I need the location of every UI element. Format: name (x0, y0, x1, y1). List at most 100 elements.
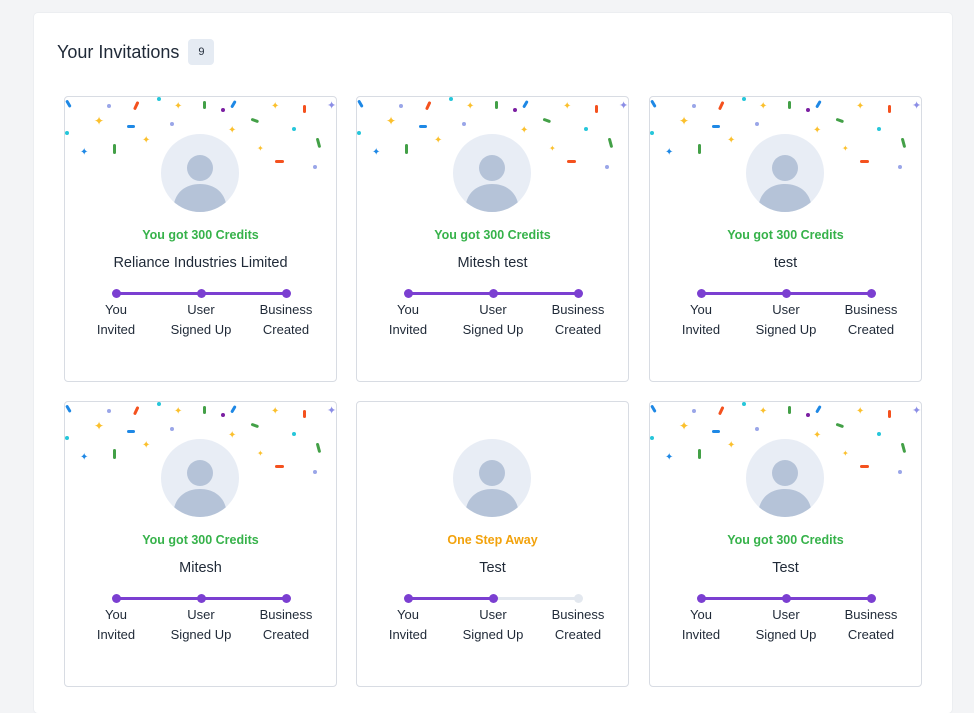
progress-step-dot (489, 289, 498, 298)
svg-text:✦: ✦ (142, 135, 150, 146)
user-avatar-icon (465, 460, 519, 517)
svg-text:✦: ✦ (257, 144, 264, 153)
svg-text:✦: ✦ (520, 125, 528, 136)
progress-step-dot (867, 594, 876, 603)
step-label-line2: Signed Up (462, 627, 524, 642)
svg-text:✦: ✦ (912, 100, 921, 112)
step-label-line2: Created (554, 322, 602, 337)
step-label-line1: Business (259, 607, 313, 622)
svg-text:✦: ✦ (228, 430, 236, 441)
step-label-line2: Signed Up (170, 627, 232, 642)
avatar (161, 134, 239, 212)
user-avatar-icon (173, 460, 227, 517)
invitation-card: ✦ ✦ ✦ ✦ ✦ ✦ ✦ ✦ You got 300 Credits Relia… (64, 96, 337, 382)
invitee-name: Test (772, 560, 799, 576)
step-label-line2: Created (262, 322, 310, 337)
step-label: You Invited (71, 300, 161, 340)
svg-text:✦: ✦ (842, 449, 849, 458)
step-label: You Invited (71, 605, 161, 645)
svg-text:✦: ✦ (679, 419, 689, 433)
svg-text:✦: ✦ (727, 440, 735, 451)
user-avatar-icon (758, 460, 812, 517)
step-label: You Invited (363, 300, 453, 340)
svg-text:✦: ✦ (619, 100, 628, 112)
progress-track (650, 286, 921, 300)
progress-segment (786, 292, 871, 295)
svg-text:✦: ✦ (80, 452, 88, 463)
step-label-line2: Created (847, 627, 895, 642)
step-label: User Signed Up (448, 605, 538, 645)
step-label: Business Created (241, 605, 331, 645)
credit-status: You got 300 Credits (142, 533, 259, 547)
invitee-name: Test (479, 560, 506, 576)
invitee-name: test (773, 255, 798, 271)
progress-segment (493, 597, 578, 600)
credit-status: One Step Away (447, 533, 538, 547)
step-label-line2: Invited (96, 627, 136, 642)
step-label-line2: Signed Up (170, 322, 232, 337)
avatar (746, 134, 824, 212)
progress-step-dot (404, 594, 413, 603)
svg-text:✦: ✦ (813, 430, 821, 441)
progress-segment (408, 292, 493, 295)
step-label-line2: Created (262, 627, 310, 642)
step-label-line1: User (772, 607, 800, 622)
svg-text:✦: ✦ (727, 135, 735, 146)
step-label-line1: Business (844, 607, 898, 622)
invitee-name: Reliance Industries Limited (113, 255, 288, 271)
step-label-line2: Created (847, 322, 895, 337)
svg-text:✦: ✦ (912, 405, 921, 417)
svg-text:✦: ✦ (563, 101, 571, 112)
svg-text:✦: ✦ (813, 125, 821, 136)
invitee-name: Mitesh test (457, 255, 528, 271)
progress-step-dot (697, 594, 706, 603)
step-label-line1: User (187, 302, 215, 317)
svg-text:✦: ✦ (228, 125, 236, 136)
svg-text:✦: ✦ (466, 101, 474, 112)
svg-text:✦: ✦ (372, 147, 380, 158)
svg-text:✦: ✦ (549, 144, 556, 153)
step-label: Business Created (533, 300, 623, 340)
credit-status: You got 300 Credits (434, 228, 551, 242)
step-label-line2: Signed Up (755, 627, 817, 642)
svg-text:✦: ✦ (174, 406, 182, 417)
progress-step-dot (574, 289, 583, 298)
step-label-line2: Signed Up (755, 322, 817, 337)
invitation-card: ✦ ✦ ✦ ✦ ✦ ✦ ✦ ✦ You got 300 Credits Mites… (356, 96, 629, 382)
svg-text:✦: ✦ (142, 440, 150, 451)
step-label-line1: User (479, 302, 507, 317)
invitations-panel: Your Invitations 9 ✦ ✦ ✦ ✦ ✦ ✦ ✦ ✦ You g… (34, 13, 952, 713)
svg-text:✦: ✦ (665, 147, 673, 158)
svg-text:✦: ✦ (94, 419, 104, 433)
progress-segment (786, 597, 871, 600)
step-label-line2: Signed Up (462, 322, 524, 337)
invitation-count-badge: 9 (188, 39, 215, 65)
progress-step-dot (782, 289, 791, 298)
invitee-name: Mitesh (179, 560, 222, 576)
step-label-line2: Invited (388, 322, 428, 337)
step-label-line1: You (105, 302, 127, 317)
progress-segment (408, 597, 493, 600)
step-label-line1: Business (844, 302, 898, 317)
progress-track (650, 591, 921, 605)
credit-status: You got 300 Credits (727, 228, 844, 242)
avatar (453, 439, 531, 517)
user-avatar-icon (758, 155, 812, 212)
invitation-card: ✦ ✦ ✦ ✦ ✦ ✦ ✦ ✦ You got 300 Credits Mites… (64, 401, 337, 687)
progress-step-dot (282, 594, 291, 603)
user-avatar-icon (173, 155, 227, 212)
step-label: User Signed Up (156, 300, 246, 340)
step-label: Business Created (826, 605, 916, 645)
step-label-line1: Business (259, 302, 313, 317)
progress-segment (493, 292, 578, 295)
progress-track (357, 591, 628, 605)
svg-text:✦: ✦ (856, 101, 864, 112)
progress-track (65, 286, 336, 300)
svg-text:✦: ✦ (257, 449, 264, 458)
svg-text:✦: ✦ (80, 147, 88, 158)
step-label: User Signed Up (448, 300, 538, 340)
invitation-card: ✦ ✦ ✦ ✦ ✦ ✦ ✦ ✦ You got 300 Credits Test Y… (649, 401, 922, 687)
svg-text:✦: ✦ (386, 114, 396, 128)
svg-text:✦: ✦ (271, 101, 279, 112)
step-label-line1: You (690, 302, 712, 317)
